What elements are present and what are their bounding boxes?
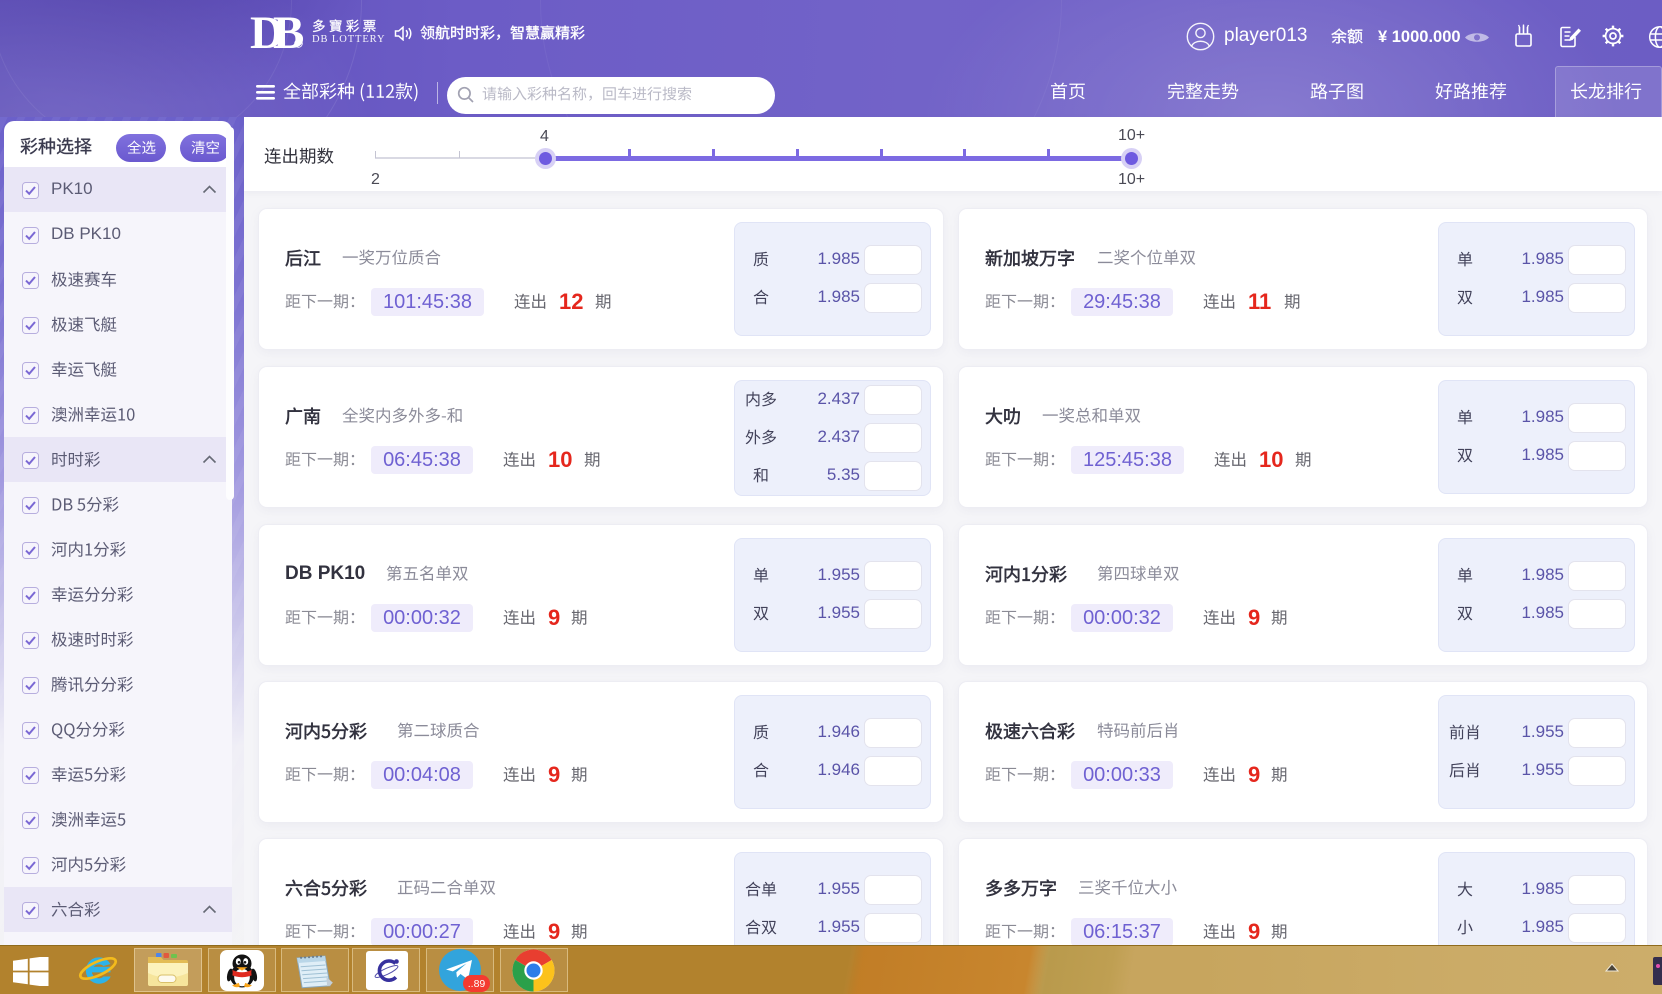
svg-text:R: R bbox=[297, 42, 301, 48]
